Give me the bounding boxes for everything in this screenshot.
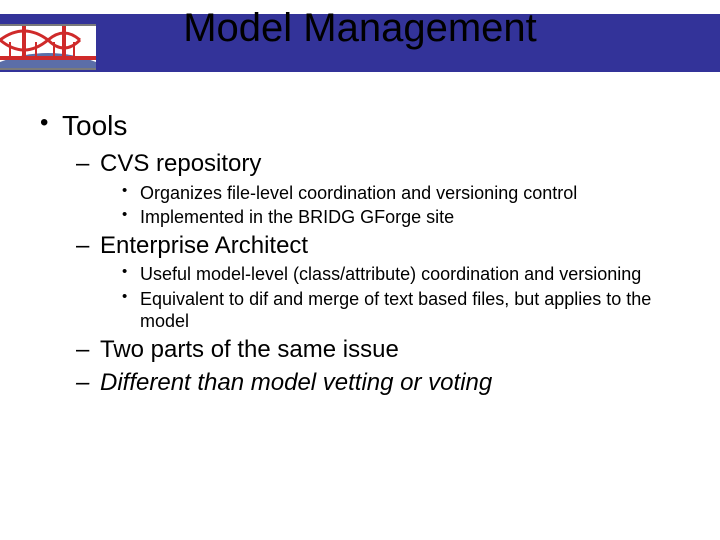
bullet-l1: Tools CVS repository Organizes file-leve…: [38, 108, 678, 398]
bullet-l3: Implemented in the BRIDG GForge site: [120, 206, 678, 229]
bullet-l3: Equivalent to dif and merge of text base…: [120, 288, 678, 333]
bullet-text: CVS repository: [100, 150, 261, 177]
slide: Model Management Tools CVS repository Or…: [0, 0, 720, 540]
bullet-l2: CVS repository Organizes file-level coor…: [74, 149, 678, 229]
slide-title: Model Management: [0, 6, 720, 51]
bullet-l3: Useful model-level (class/attribute) coo…: [120, 263, 678, 286]
slide-body: Tools CVS repository Organizes file-leve…: [38, 108, 678, 402]
bullet-text: Implemented in the BRIDG GForge site: [140, 207, 454, 227]
bullet-l2: Enterprise Architect Useful model-level …: [74, 231, 678, 333]
bullet-text: Tools: [62, 110, 127, 141]
bullet-text: Different than model vetting or voting: [100, 369, 492, 396]
bullet-text: Organizes file-level coordination and ve…: [140, 183, 577, 203]
bullet-l3: Organizes file-level coordination and ve…: [120, 182, 678, 205]
bullet-text: Enterprise Architect: [100, 232, 308, 259]
bullet-l2: Different than model vetting or voting: [74, 368, 678, 399]
bullet-l2: Two parts of the same issue: [74, 335, 678, 366]
bullet-text: Equivalent to dif and merge of text base…: [140, 289, 651, 332]
bullet-text: Useful model-level (class/attribute) coo…: [140, 264, 641, 284]
bullet-text: Two parts of the same issue: [100, 336, 399, 363]
